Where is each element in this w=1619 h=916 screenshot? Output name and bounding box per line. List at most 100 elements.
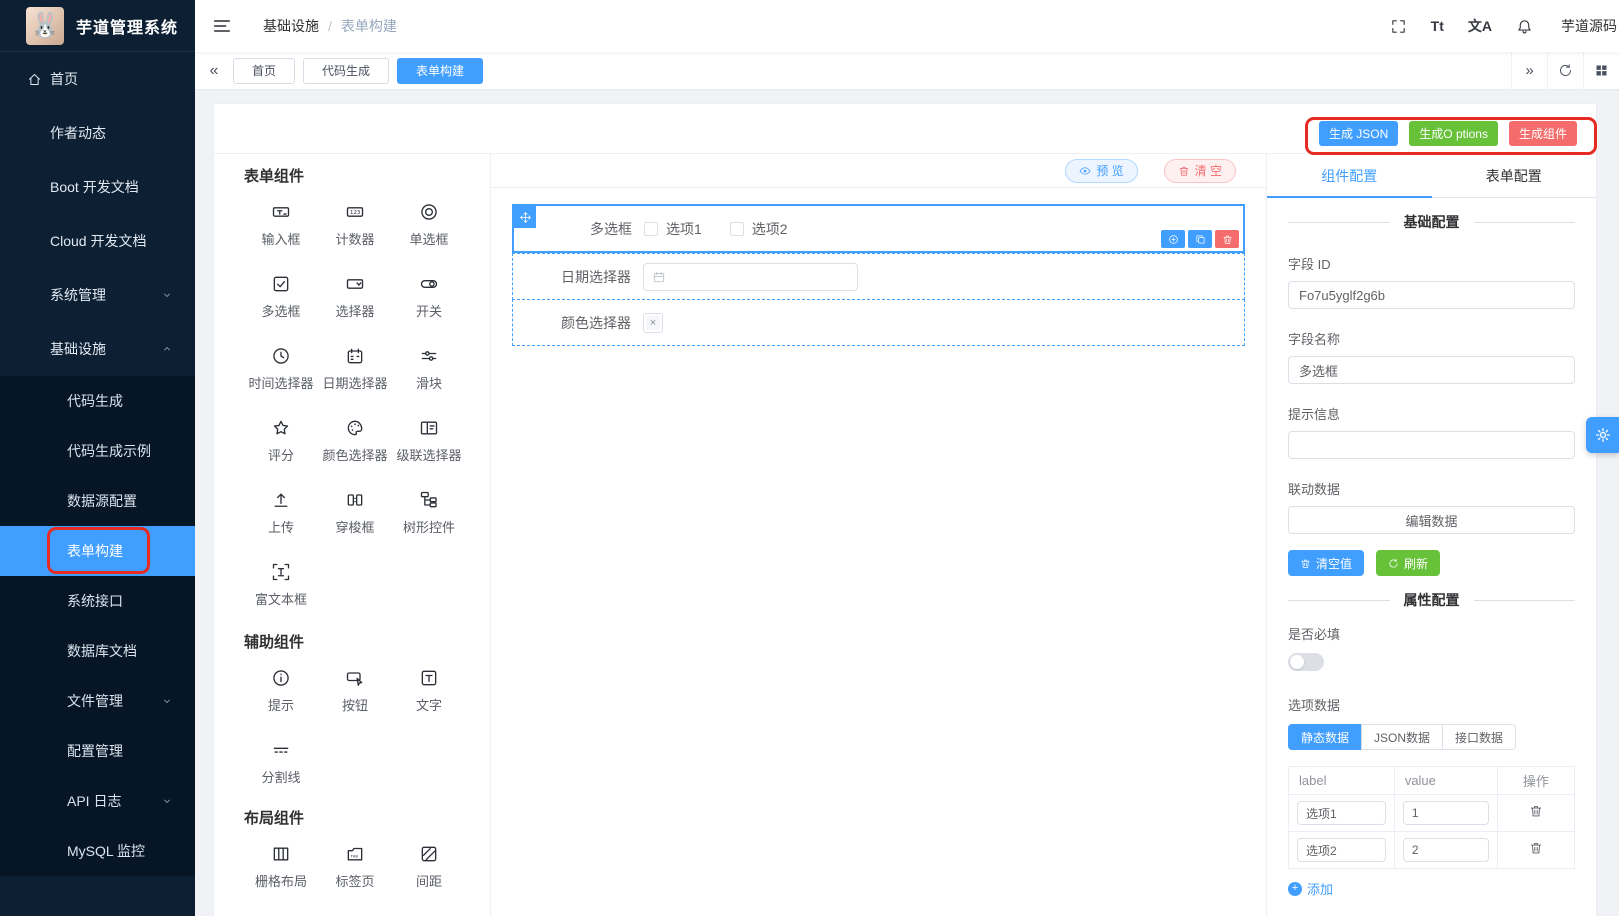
theme-settings-button[interactable] xyxy=(1586,417,1619,453)
palette-item-switch[interactable]: 开关 xyxy=(392,274,466,316)
palette-item-input[interactable]: 输入框 xyxy=(244,202,318,244)
view-tab-code-generation[interactable]: 代码生成 xyxy=(303,58,389,84)
palette-item-color-picker[interactable]: 颜色选择器 xyxy=(318,418,392,460)
divider-icon xyxy=(271,740,291,760)
palette-item-transfer[interactable]: 穿梭框 xyxy=(318,490,392,532)
palette-item-time-picker[interactable]: 时间选择器 xyxy=(244,346,318,388)
palette-item-button[interactable]: 按钮 xyxy=(318,668,392,710)
palette-item-grid-layout[interactable]: 栅格布局 xyxy=(244,844,318,886)
user-name[interactable]: 芋道源码 xyxy=(1561,16,1617,36)
palette-item-cascader[interactable]: 级联选择器 xyxy=(392,418,466,460)
option-value-input[interactable] xyxy=(1403,801,1489,825)
sidebar-item-datasource-config[interactable]: 数据源配置 xyxy=(0,476,195,526)
notification-bell-icon[interactable] xyxy=(1516,18,1533,35)
edit-data-button[interactable]: 编辑数据 xyxy=(1288,506,1575,534)
color-picker-swatch[interactable]: × xyxy=(643,313,663,333)
checkbox-option-label: 选项1 xyxy=(666,219,702,239)
palette-item-divider[interactable]: 分割线 xyxy=(244,740,318,782)
hint-input[interactable] xyxy=(1288,431,1575,459)
palette-item-tab-page[interactable]: 标签页 xyxy=(318,844,392,886)
sidebar-item-code-generation-example[interactable]: 代码生成示例 xyxy=(0,426,195,476)
sidebar-item-config-management[interactable]: 配置管理 xyxy=(0,726,195,776)
tab-component-config[interactable]: 组件配置 xyxy=(1267,154,1432,197)
sidebar-item-infrastructure[interactable]: 基础设施 xyxy=(0,322,195,376)
palette-item-rate[interactable]: 评分 xyxy=(244,418,318,460)
option-label-input[interactable] xyxy=(1297,838,1386,862)
sidebar-item-file-management[interactable]: 文件管理 xyxy=(0,676,195,726)
sidebar-item-database-docs[interactable]: 数据库文档 xyxy=(0,626,195,676)
add-option-link[interactable]: + 添加 xyxy=(1288,879,1333,898)
view-tab-form-builder[interactable]: 表单构建 xyxy=(397,58,483,84)
palette-item-date-picker[interactable]: 日期选择器 xyxy=(318,346,392,388)
tabs-scroll-left[interactable]: « xyxy=(195,62,233,80)
option-label-input[interactable] xyxy=(1297,801,1386,825)
switch-icon xyxy=(419,274,439,294)
add-item-button[interactable] xyxy=(1161,230,1185,248)
required-toggle[interactable] xyxy=(1288,653,1324,671)
sidebar-item-code-generation[interactable]: 代码生成 xyxy=(0,376,195,426)
language-icon[interactable]: 文A xyxy=(1468,16,1492,36)
preview-button[interactable]: 预 览 xyxy=(1065,159,1137,183)
layout-grid-button[interactable] xyxy=(1583,52,1619,90)
sidebar-item-author-news[interactable]: 作者动态 xyxy=(0,106,195,160)
refresh-tab-button[interactable] xyxy=(1547,52,1583,90)
option-value-input[interactable] xyxy=(1403,838,1489,862)
checkbox-icon[interactable] xyxy=(730,222,744,236)
sidebar-item-mysql-monitor[interactable]: MySQL 监控 xyxy=(0,826,195,876)
tab-api-data[interactable]: 接口数据 xyxy=(1442,724,1516,750)
generate-json-button[interactable]: 生成 JSON xyxy=(1319,121,1398,146)
sidebar-item-api-log[interactable]: API 日志 xyxy=(0,776,195,826)
palette-item-spacing[interactable]: 间距 xyxy=(392,844,466,886)
palette-item-checkbox[interactable]: 多选框 xyxy=(244,274,318,316)
view-tab-label: 首页 xyxy=(252,62,276,79)
clear-value-button[interactable]: 清空值 xyxy=(1288,550,1364,576)
palette-item-counter[interactable]: 计数器 xyxy=(318,202,392,244)
delete-item-button[interactable] xyxy=(1215,230,1239,248)
date-picker-input[interactable] xyxy=(643,263,858,291)
palette-section-title: 表单组件 xyxy=(244,168,466,186)
generate-options-button[interactable]: 生成O ptions xyxy=(1409,121,1498,146)
field-name-label: 字段名称 xyxy=(1288,329,1575,348)
palette-item-select[interactable]: 选择器 xyxy=(318,274,392,316)
field-id-input[interactable] xyxy=(1288,281,1575,309)
delete-option-button[interactable] xyxy=(1529,804,1543,818)
tabs-scroll-right[interactable]: » xyxy=(1511,52,1547,90)
tab-form-config[interactable]: 表单配置 xyxy=(1432,154,1597,197)
sidebar-item-home[interactable]: 首页 xyxy=(0,52,195,106)
radio-icon xyxy=(419,202,439,222)
palette-item-rich-text[interactable]: 富文本框 xyxy=(244,562,318,604)
palette-item-text[interactable]: 文字 xyxy=(392,668,466,710)
sidebar-item-system-management[interactable]: 系统管理 xyxy=(0,268,195,322)
fullscreen-icon[interactable] xyxy=(1390,18,1407,35)
field-name-input[interactable] xyxy=(1288,356,1575,384)
tab-json-data[interactable]: JSON数据 xyxy=(1361,724,1443,750)
tab-static-data[interactable]: 静态数据 xyxy=(1288,724,1362,750)
palette-item-tree[interactable]: 树形控件 xyxy=(392,490,466,532)
checkbox-option-1[interactable]: 选项1 xyxy=(644,219,702,239)
palette-item-label: 输入框 xyxy=(261,229,300,248)
sidebar-item-system-interface[interactable]: 系统接口 xyxy=(0,576,195,626)
palette-item-upload[interactable]: 上传 xyxy=(244,490,318,532)
delete-option-button[interactable] xyxy=(1529,841,1543,855)
font-size-icon[interactable]: Tt xyxy=(1431,18,1444,34)
canvas-row-date-picker[interactable]: 日期选择器 xyxy=(512,253,1245,300)
canvas-row-color-picker[interactable]: 颜色选择器 × xyxy=(512,299,1245,346)
copy-item-button[interactable] xyxy=(1188,230,1212,248)
palette-item-info[interactable]: 提示 xyxy=(244,668,318,710)
sidebar-item-form-builder[interactable]: 表单构建 xyxy=(0,526,195,576)
palette-item-radio[interactable]: 单选框 xyxy=(392,202,466,244)
palette-item-label: 栅格布局 xyxy=(255,871,307,890)
palette-item-slider[interactable]: 滑块 xyxy=(392,346,466,388)
breadcrumb-section[interactable]: 基础设施 xyxy=(263,16,319,36)
canvas-row-checkbox-group-selected[interactable]: 多选框 选项1 选项2 xyxy=(512,204,1245,253)
view-tab-home[interactable]: 首页 xyxy=(233,58,295,84)
sidebar-item-boot-docs[interactable]: Boot 开发文档 xyxy=(0,160,195,214)
refresh-button[interactable]: 刷新 xyxy=(1376,550,1440,576)
clear-button[interactable]: 清 空 xyxy=(1164,159,1236,183)
checkbox-option-2[interactable]: 选项2 xyxy=(730,219,788,239)
drag-handle[interactable] xyxy=(514,206,536,228)
sidebar-item-cloud-docs[interactable]: Cloud 开发文档 xyxy=(0,214,195,268)
generate-component-button[interactable]: 生成组件 xyxy=(1509,121,1577,146)
checkbox-icon[interactable] xyxy=(644,222,658,236)
menu-fold-icon[interactable] xyxy=(211,15,233,37)
